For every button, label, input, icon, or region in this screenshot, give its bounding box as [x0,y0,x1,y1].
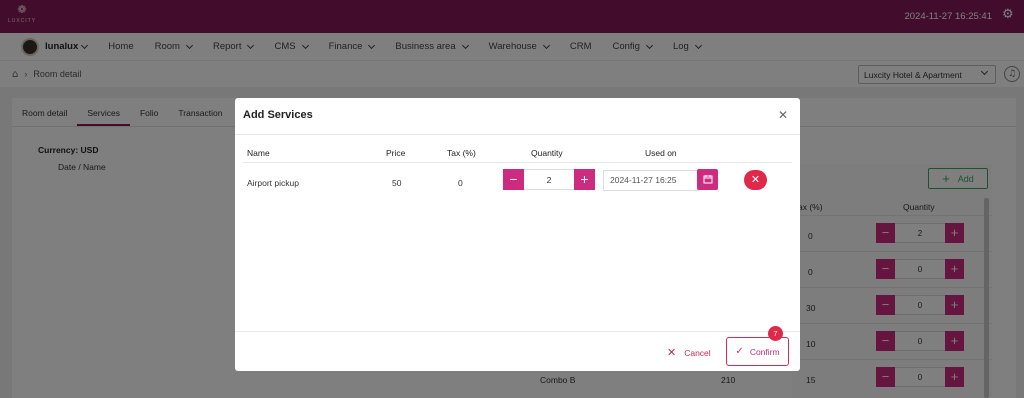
increment-button[interactable]: + [574,169,595,190]
check-icon: ✓ [735,346,744,357]
cancel-button[interactable]: ✕ Cancel [667,346,711,359]
add-services-modal: Add Services ✕ Name Price Tax (%) Quanti… [235,98,800,371]
close-icon: ✕ [667,346,677,359]
decrement-button[interactable]: − [503,169,524,190]
calendar-button[interactable] [697,169,718,190]
header-divider [235,134,800,135]
service-price: 50 [392,178,402,188]
used-on-column-header: Used on [645,148,677,158]
confirm-button[interactable]: ✓ Confirm [726,337,789,366]
modal-title: Add Services [243,109,313,121]
price-column-header: Price [386,148,406,158]
used-on-input[interactable]: 2024-11-27 16:25 [603,170,699,191]
calendar-icon [703,175,712,184]
cancel-label: Cancel [684,347,711,358]
quantity-column-header: Quantity [531,148,563,158]
name-column-header: Name [247,148,270,158]
close-icon[interactable]: ✕ [778,108,788,122]
service-tax: 0 [458,178,463,188]
tax-column-header: Tax (%) [447,148,476,158]
table-header-divider [243,162,792,163]
footer-divider [235,331,800,332]
service-name: Airport pickup [247,178,299,188]
quantity-stepper: − 2 + [503,169,595,190]
remove-row-button[interactable]: ✕ [744,170,767,190]
quantity-input[interactable]: 2 [524,169,574,190]
confirm-label: Confirm [749,346,780,357]
close-icon: ✕ [750,173,761,186]
step-badge: 7 [768,326,783,341]
